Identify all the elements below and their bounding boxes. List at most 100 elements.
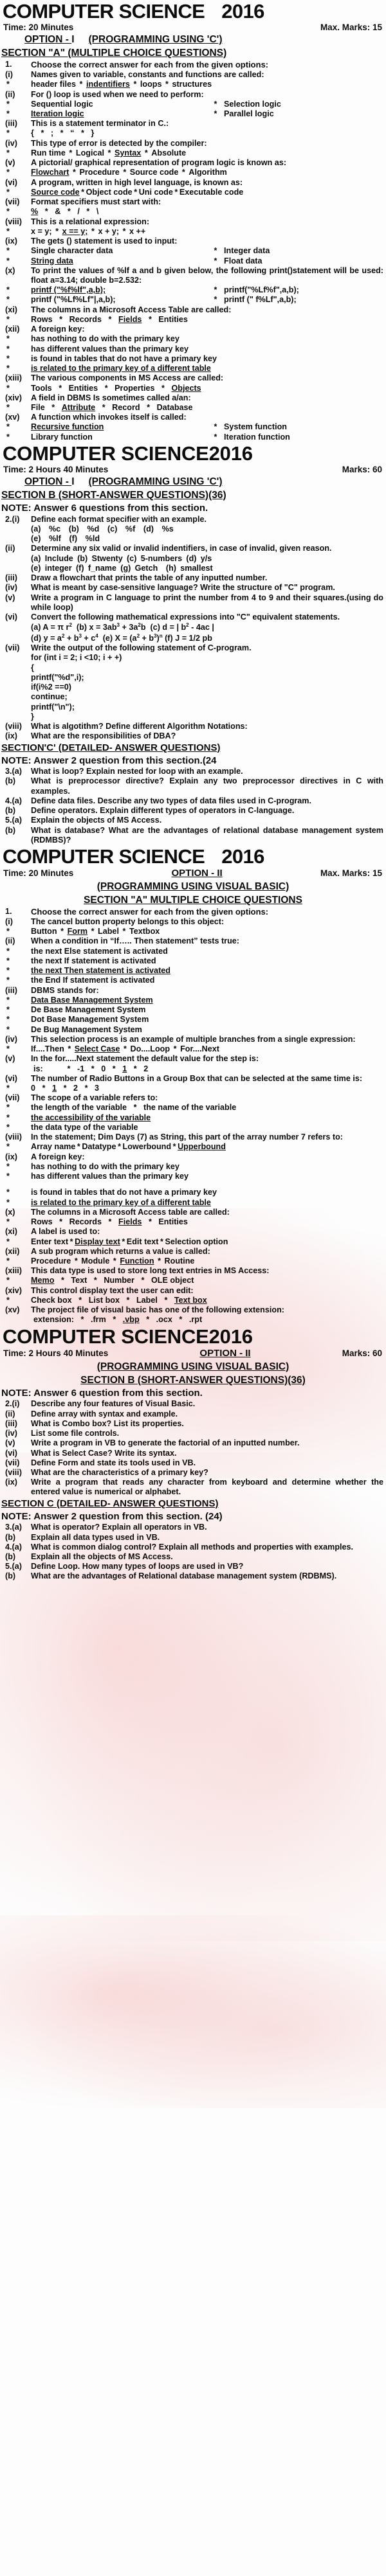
mcq-option[interactable]: Tools bbox=[31, 384, 52, 393]
mcq-option[interactable]: % bbox=[31, 207, 38, 216]
mcq-option[interactable]: Module bbox=[81, 1257, 109, 1266]
mcq-option[interactable]: is related to the primary key of a diffe… bbox=[31, 364, 211, 373]
mcq-option[interactable]: Entities bbox=[158, 315, 188, 324]
mcq-option[interactable]: Attribute bbox=[62, 403, 95, 412]
mcq-option[interactable]: has nothing to do with the primary key bbox=[31, 1162, 179, 1171]
mcq-option[interactable]: Sequential logic bbox=[31, 100, 93, 109]
mcq-option[interactable]: .rpt bbox=[189, 1315, 202, 1324]
mcq-option[interactable]: x == y; bbox=[62, 227, 88, 236]
mcq-option[interactable]: Selection option bbox=[165, 1237, 228, 1246]
mcq-option[interactable]: the accessibility of the variable bbox=[31, 1113, 151, 1122]
mcq-option[interactable]: Text box bbox=[174, 1296, 207, 1305]
mcq-option[interactable]: Algorithm bbox=[188, 168, 226, 177]
mcq-option[interactable]: } bbox=[91, 129, 94, 138]
mcq-option[interactable]: the next If statement is activated bbox=[31, 956, 156, 965]
mcq-option[interactable]: 2 bbox=[73, 1084, 78, 1093]
mcq-option[interactable]: Rows bbox=[31, 315, 53, 324]
mcq-option[interactable]: Source code bbox=[31, 188, 80, 197]
mcq-option[interactable]: Integer data bbox=[224, 246, 270, 255]
mcq-option[interactable]: Database bbox=[157, 403, 193, 412]
mcq-option[interactable]: For....Next bbox=[180, 1044, 219, 1053]
mcq-option[interactable]: Enter text bbox=[31, 1237, 68, 1246]
mcq-option[interactable]: Record bbox=[112, 403, 140, 412]
mcq-option[interactable]: is found in tables that do not have a pr… bbox=[31, 354, 217, 363]
mcq-option[interactable]: Form bbox=[68, 927, 87, 936]
mcq-option[interactable]: printf("%Lf%f",a,b); bbox=[224, 285, 299, 294]
mcq-option[interactable]: has different values than the primary ke… bbox=[31, 1172, 188, 1181]
mcq-option[interactable]: Run time bbox=[31, 148, 66, 157]
mcq-option[interactable]: Label bbox=[136, 1296, 158, 1305]
mcq-option[interactable]: .vbp bbox=[123, 1315, 140, 1324]
mcq-option[interactable]: Number bbox=[104, 1276, 134, 1285]
mcq-option[interactable]: \ bbox=[96, 207, 99, 216]
mcq-option[interactable]: Textbox bbox=[129, 927, 160, 936]
mcq-option[interactable]: Properties bbox=[115, 384, 154, 393]
mcq-option[interactable]: 2 bbox=[143, 1064, 148, 1073]
mcq-option[interactable]: is found in tables that do not have a pr… bbox=[31, 1188, 217, 1197]
mcq-option[interactable]: De Bug Management System bbox=[31, 1025, 142, 1034]
mcq-option[interactable]: is related to the primary key of a diffe… bbox=[31, 1198, 211, 1207]
mcq-option[interactable]: Check box bbox=[31, 1296, 72, 1305]
mcq-option[interactable]: Iteration function bbox=[224, 433, 290, 442]
mcq-option[interactable]: 1 bbox=[52, 1084, 57, 1093]
mcq-option[interactable]: Do....Loop bbox=[131, 1044, 170, 1053]
mcq-option[interactable]: OLE object bbox=[151, 1276, 194, 1285]
mcq-option[interactable]: Source code bbox=[130, 168, 179, 177]
mcq-option[interactable]: Routine bbox=[165, 1257, 195, 1266]
mcq-option[interactable]: has different values than the primary ke… bbox=[31, 344, 188, 353]
mcq-option[interactable]: header files bbox=[31, 80, 76, 89]
mcq-option[interactable]: If....Then bbox=[31, 1044, 64, 1053]
mcq-option[interactable]: Float data bbox=[224, 256, 262, 265]
mcq-option[interactable]: Array name bbox=[31, 1142, 75, 1151]
mcq-option[interactable]: printf ("%f%lf",a,b); bbox=[31, 285, 106, 294]
mcq-option[interactable]: & bbox=[55, 207, 60, 216]
mcq-option[interactable]: Upperbound bbox=[178, 1142, 226, 1151]
mcq-option[interactable]: Logical bbox=[76, 148, 104, 157]
mcq-option[interactable]: Iteration logic bbox=[31, 109, 84, 118]
mcq-option[interactable]: Flowchart bbox=[31, 168, 69, 177]
mcq-option[interactable]: Procedure bbox=[79, 168, 119, 177]
mcq-option[interactable]: Records bbox=[69, 1217, 102, 1226]
mcq-option[interactable]: the End If statement is activated bbox=[31, 976, 154, 985]
mcq-option[interactable]: has nothing to do with the primary key bbox=[31, 334, 179, 343]
mcq-option[interactable]: x = y; bbox=[31, 227, 52, 236]
mcq-option[interactable]: List box bbox=[89, 1296, 120, 1305]
mcq-option[interactable]: Function bbox=[120, 1257, 154, 1266]
mcq-option[interactable]: Fields bbox=[118, 315, 142, 324]
mcq-option[interactable]: Objects bbox=[171, 384, 201, 393]
mcq-option[interactable]: Absolute bbox=[151, 148, 186, 157]
mcq-option[interactable]: indentifiers bbox=[86, 80, 130, 89]
mcq-option[interactable]: Datatype bbox=[82, 1142, 116, 1151]
mcq-option[interactable]: Procedure bbox=[31, 1257, 71, 1266]
mcq-option[interactable]: Edit text bbox=[127, 1237, 159, 1246]
mcq-option[interactable]: Executable code bbox=[179, 188, 243, 197]
mcq-option[interactable]: x ++ bbox=[129, 227, 145, 236]
mcq-option[interactable]: .frm bbox=[91, 1315, 106, 1324]
mcq-option[interactable]: .ocx bbox=[156, 1315, 172, 1324]
mcq-option[interactable]: Records bbox=[69, 315, 102, 324]
mcq-option[interactable]: Lowerbound bbox=[123, 1142, 172, 1151]
mcq-option[interactable]: Memo bbox=[31, 1276, 54, 1285]
mcq-option[interactable]: File bbox=[31, 403, 45, 412]
mcq-option[interactable]: Entities bbox=[69, 384, 98, 393]
mcq-option[interactable]: Display text bbox=[75, 1237, 120, 1246]
mcq-option[interactable]: structures bbox=[172, 80, 212, 89]
mcq-option[interactable]: Single character data bbox=[31, 246, 113, 255]
mcq-option[interactable]: Uni code bbox=[139, 188, 173, 197]
mcq-option[interactable]: De Base Management System bbox=[31, 1005, 145, 1014]
mcq-option[interactable]: Button bbox=[31, 927, 57, 936]
mcq-option[interactable]: Object code bbox=[86, 188, 133, 197]
mcq-option[interactable]: Library function bbox=[31, 433, 93, 442]
mcq-option[interactable]: Data Base Management System bbox=[31, 996, 153, 1005]
mcq-option[interactable]: the next Then statement is activated bbox=[31, 966, 170, 975]
mcq-option[interactable]: loops bbox=[140, 80, 162, 89]
mcq-option[interactable]: Dot Base Management System bbox=[31, 1015, 149, 1024]
mcq-option[interactable]: the name of the variable bbox=[143, 1103, 236, 1112]
mcq-option[interactable]: Entities bbox=[158, 1217, 188, 1226]
mcq-option[interactable]: the data type of the variable bbox=[31, 1123, 138, 1132]
mcq-option[interactable]: 0 bbox=[101, 1064, 106, 1073]
mcq-option[interactable]: printf ("%Lf%Lf"|,a,b); bbox=[31, 295, 116, 304]
mcq-option[interactable]: the length of the variable bbox=[31, 1103, 127, 1112]
mcq-option[interactable]: -1 bbox=[77, 1064, 84, 1073]
mcq-option[interactable]: 1 bbox=[122, 1064, 127, 1073]
